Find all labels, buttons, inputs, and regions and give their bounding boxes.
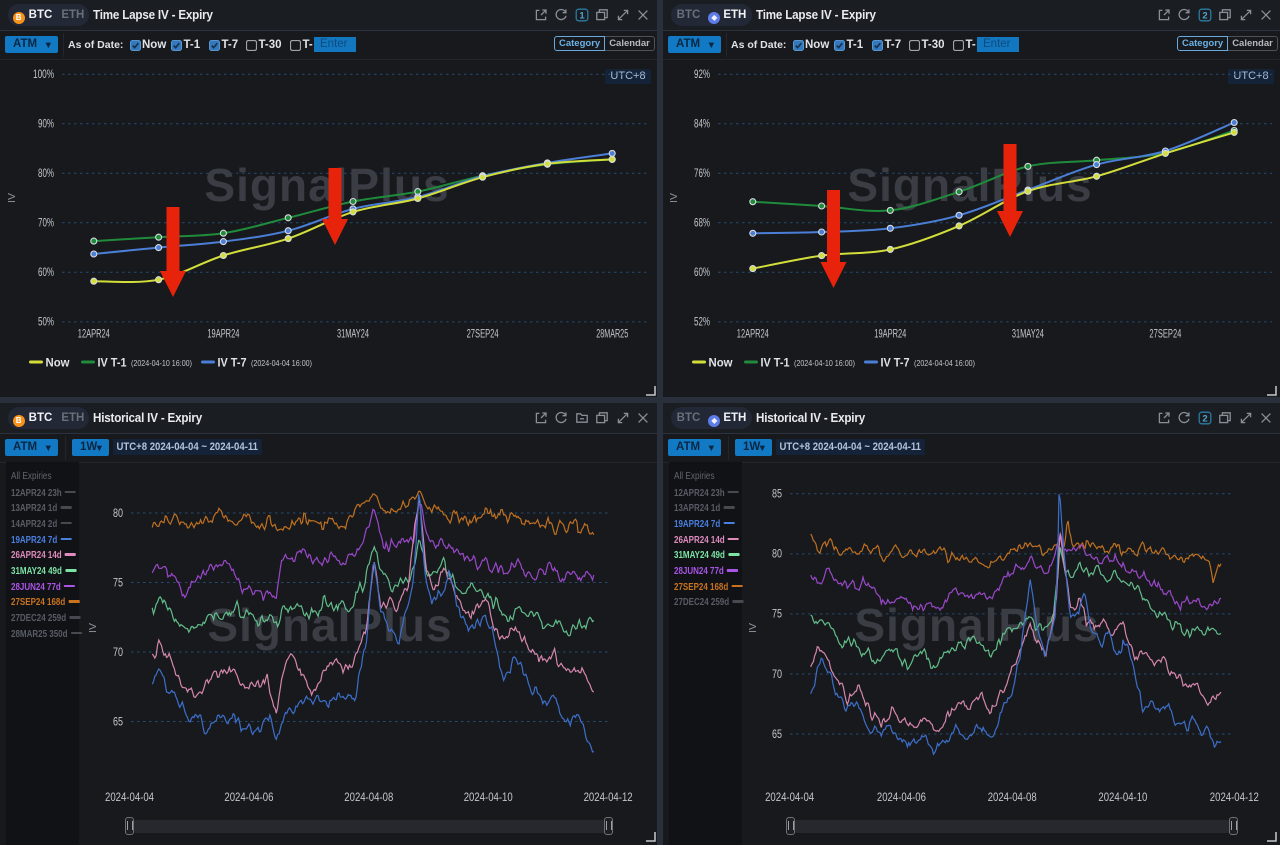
svg-text:2: 2: [1202, 413, 1207, 424]
svg-text:1: 1: [579, 10, 585, 21]
svg-text:2: 2: [1202, 10, 1207, 21]
